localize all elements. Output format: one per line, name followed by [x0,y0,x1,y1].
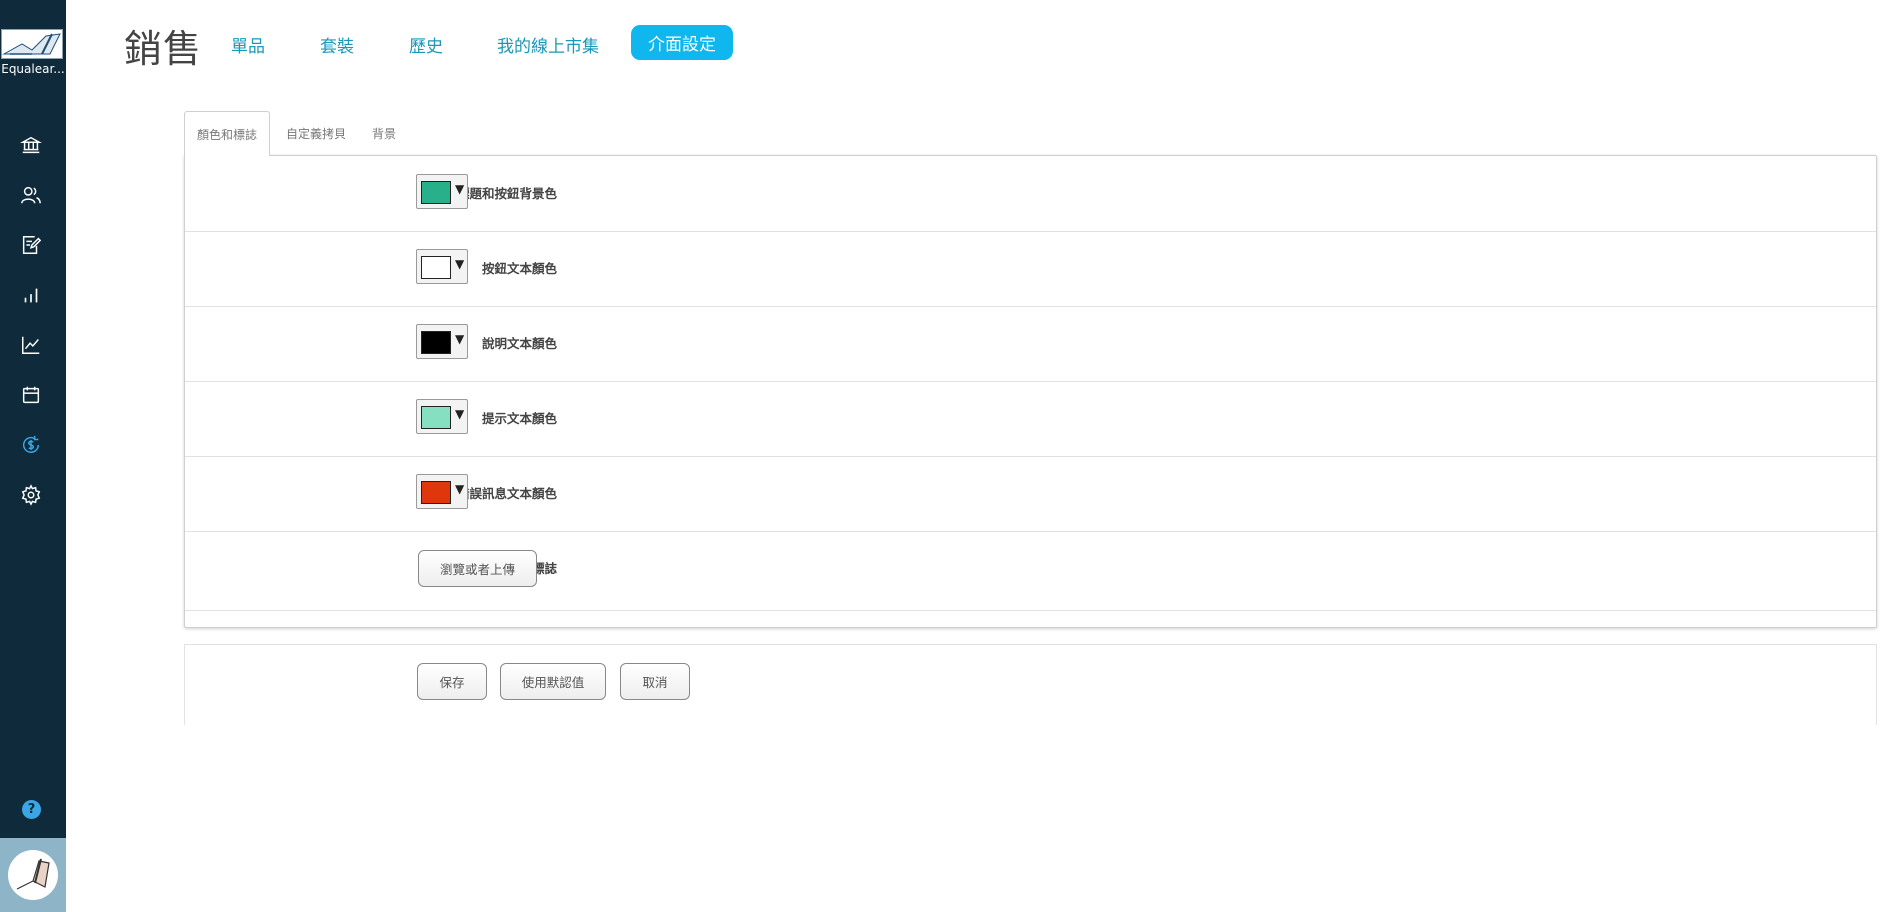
users-icon[interactable] [19,183,43,207]
setting-row: 按鈕文本顏色 ▼ [185,231,1876,307]
color-swatch [421,406,451,429]
setting-row: 說明文本顏色 ▼ [185,306,1876,382]
dropdown-arrow-icon: ▼ [455,182,465,196]
nav-history[interactable]: 歷史 [409,32,443,57]
browse-upload-button[interactable]: 瀏覽或者上傳 [418,550,537,587]
nav-my-marketplace[interactable]: 我的線上市集 [497,32,599,57]
setting-row: 錯誤訊息文本顏色 ▼ [185,456,1876,532]
color-picker[interactable]: ▼ [416,324,468,359]
tab-colors-and-logo[interactable]: 顏色和標誌 [184,111,270,156]
dropdown-arrow-icon: ▼ [455,482,465,496]
app-name: Equalear... [1,62,65,76]
action-bar: 保存 使用默認值 取消 [184,644,1877,725]
color-swatch [421,256,451,279]
setting-row: 主標題和按鈕背景色 ▼ [185,156,1876,232]
dropdown-arrow-icon: ▼ [455,332,465,346]
settings-panel: 主標題和按鈕背景色 ▼ 按鈕文本顏色 ▼ 說明文本顏色 ▼ 提示文本顏色 ▼ 錯… [184,155,1877,628]
sidebar: Equalear... ? [0,0,66,912]
avatar[interactable] [0,838,66,912]
cancel-button[interactable]: 取消 [620,663,690,700]
bank-icon[interactable] [19,133,43,157]
setting-label: 錯誤訊息文本顏色 [456,486,557,501]
nav-interface-settings[interactable]: 介面設定 [631,25,733,60]
color-picker[interactable]: ▼ [416,174,468,209]
line-chart-icon[interactable] [19,333,43,357]
setting-row: 發布標誌 瀏覽或者上傳 [185,531,1876,611]
app-logo[interactable] [1,29,63,59]
color-picker[interactable]: ▼ [416,474,468,509]
dollar-cycle-icon[interactable] [19,433,43,457]
nav-single-items[interactable]: 單品 [231,32,265,57]
dropdown-arrow-icon: ▼ [455,407,465,421]
nav-bundles[interactable]: 套裝 [320,32,354,57]
calendar-icon[interactable] [19,383,43,407]
setting-row: 提示文本顏色 ▼ [185,381,1876,457]
color-swatch [421,181,451,204]
color-picker[interactable]: ▼ [416,249,468,284]
setting-label: 按鈕文本顏色 [481,261,557,276]
edit-document-icon[interactable] [19,233,43,257]
tab-background[interactable]: 背景 [362,111,406,155]
tab-custom-copy[interactable]: 自定義拷貝 [276,111,356,155]
gear-icon[interactable] [19,483,43,507]
help-icon[interactable]: ? [22,800,41,819]
page-title: 銷售 [124,27,203,71]
setting-label: 提示文本顏色 [481,411,557,426]
use-default-button[interactable]: 使用默認值 [500,663,606,700]
color-swatch [421,481,451,504]
color-picker[interactable]: ▼ [416,399,468,434]
save-button[interactable]: 保存 [417,663,487,700]
dropdown-arrow-icon: ▼ [455,257,465,271]
color-swatch [421,331,451,354]
bar-chart-icon[interactable] [19,283,43,307]
setting-label: 說明文本顏色 [481,336,557,351]
